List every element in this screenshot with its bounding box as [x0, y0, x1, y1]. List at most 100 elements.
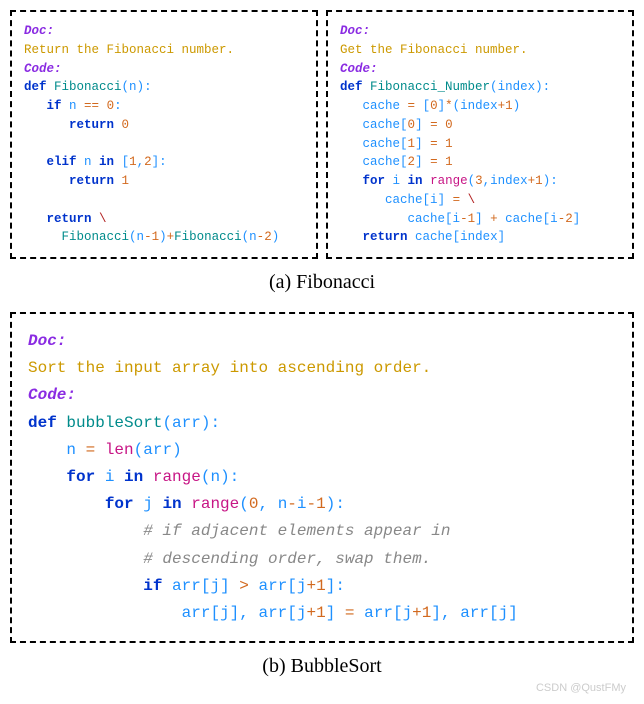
var-n: n — [62, 99, 85, 113]
num-zero: 0 — [430, 99, 438, 113]
var-n: n — [278, 495, 288, 513]
comma: , — [258, 495, 277, 513]
num-one: 1 — [316, 604, 326, 622]
bracket-open: [ — [400, 155, 408, 169]
paren-open: ( — [490, 80, 498, 94]
paren-open: ( — [134, 441, 144, 459]
op-plus: + — [412, 604, 422, 622]
bracket-close: ]: — [326, 577, 345, 595]
sp — [438, 155, 446, 169]
paren-open: ( — [122, 80, 130, 94]
op-minus: - — [460, 212, 468, 226]
op-star: * — [445, 99, 453, 113]
op-eq: = — [453, 193, 461, 207]
num-two: 2 — [264, 230, 272, 244]
kw-def: def — [24, 80, 47, 94]
kw-in: in — [99, 155, 114, 169]
num-one: 1 — [122, 174, 130, 188]
arg-arr: arr — [172, 414, 201, 432]
var-j: j — [210, 577, 220, 595]
fn-call: Fibonacci — [62, 230, 130, 244]
op-eq: = — [86, 441, 96, 459]
paren-open: ( — [162, 414, 172, 432]
fn-name: Fibonacci_Number — [363, 80, 491, 94]
num-zero: 0 — [122, 118, 130, 132]
fibonacci-row: Doc: Return the Fibonacci number. Code: … — [10, 10, 634, 259]
doc-label: Doc: — [28, 332, 66, 350]
var-j: j — [499, 604, 509, 622]
var-i: i — [95, 468, 124, 486]
num-one: 1 — [535, 174, 543, 188]
idx-zero: 0 — [408, 118, 416, 132]
num-one: 1 — [129, 155, 137, 169]
var-cache: cache — [385, 193, 423, 207]
sp — [114, 174, 122, 188]
sp — [408, 230, 416, 244]
var-n: n — [210, 468, 220, 486]
fibonacci-left-codebox: Doc: Return the Fibonacci number. Code: … — [10, 10, 318, 259]
paren-open: ( — [129, 230, 137, 244]
paren-close: ): — [535, 80, 550, 94]
line-continuation: \ — [468, 193, 476, 207]
bracket-close: ] — [573, 212, 581, 226]
sp — [114, 155, 122, 169]
bracket-close: ], — [431, 604, 460, 622]
doc-text: Get the Fibonacci number. — [340, 43, 528, 57]
bracket-close: ] — [508, 604, 518, 622]
kw-if: if — [143, 577, 162, 595]
var-i: i — [550, 212, 558, 226]
bracket-open: [ — [201, 577, 211, 595]
num-zero: 0 — [445, 118, 453, 132]
bracket-close: ] — [415, 118, 430, 132]
sp — [438, 118, 446, 132]
var-n: n — [66, 441, 85, 459]
comment-line: # descending order, swap them. — [143, 550, 431, 568]
paren-close: ): — [220, 468, 239, 486]
doc-label: Doc: — [340, 24, 370, 38]
kw-elif: elif — [47, 155, 77, 169]
var-arr: arr — [460, 604, 489, 622]
bracket-close: ] — [475, 212, 490, 226]
paren-open: ( — [468, 174, 476, 188]
var-i: i — [430, 193, 438, 207]
var-arr: arr — [143, 441, 172, 459]
var-cache: cache — [363, 137, 401, 151]
bracket-open: [ — [445, 212, 453, 226]
var-j: j — [297, 604, 307, 622]
op-plus: + — [307, 604, 317, 622]
builtin-range: range — [153, 468, 201, 486]
op-eq: = — [408, 99, 416, 113]
op-plus: + — [167, 230, 175, 244]
var-cache: cache — [363, 118, 401, 132]
bracket-open: [ — [423, 99, 431, 113]
code-label: Code: — [340, 62, 378, 76]
sp — [162, 577, 172, 595]
paren-open: ( — [239, 495, 249, 513]
builtin-len: len — [105, 441, 134, 459]
bracket-open: [ — [122, 155, 130, 169]
comma: , — [483, 174, 491, 188]
bracket-close: ] — [415, 155, 430, 169]
arg-index: index — [498, 80, 536, 94]
sp — [460, 193, 468, 207]
bracket-close: ] — [220, 577, 239, 595]
kw-in: in — [408, 174, 423, 188]
kw-def: def — [340, 80, 363, 94]
arg-n: n — [129, 80, 137, 94]
fn-call: Fibonacci — [174, 230, 242, 244]
var-cache: cache — [363, 155, 401, 169]
paren-open: ( — [453, 99, 461, 113]
bracket-open: [ — [423, 193, 431, 207]
sp — [92, 212, 100, 226]
sp — [415, 99, 423, 113]
sp — [143, 468, 153, 486]
sp — [182, 495, 192, 513]
kw-return: return — [363, 230, 408, 244]
kw-in: in — [124, 468, 143, 486]
doc-text: Sort the input array into ascending orde… — [28, 359, 431, 377]
kw-in: in — [162, 495, 181, 513]
kw-for: for — [363, 174, 386, 188]
bracket-open: [ — [210, 604, 220, 622]
op-plus: + — [307, 577, 317, 595]
fibonacci-right-codebox: Doc: Get the Fibonacci number. Code: def… — [326, 10, 634, 259]
